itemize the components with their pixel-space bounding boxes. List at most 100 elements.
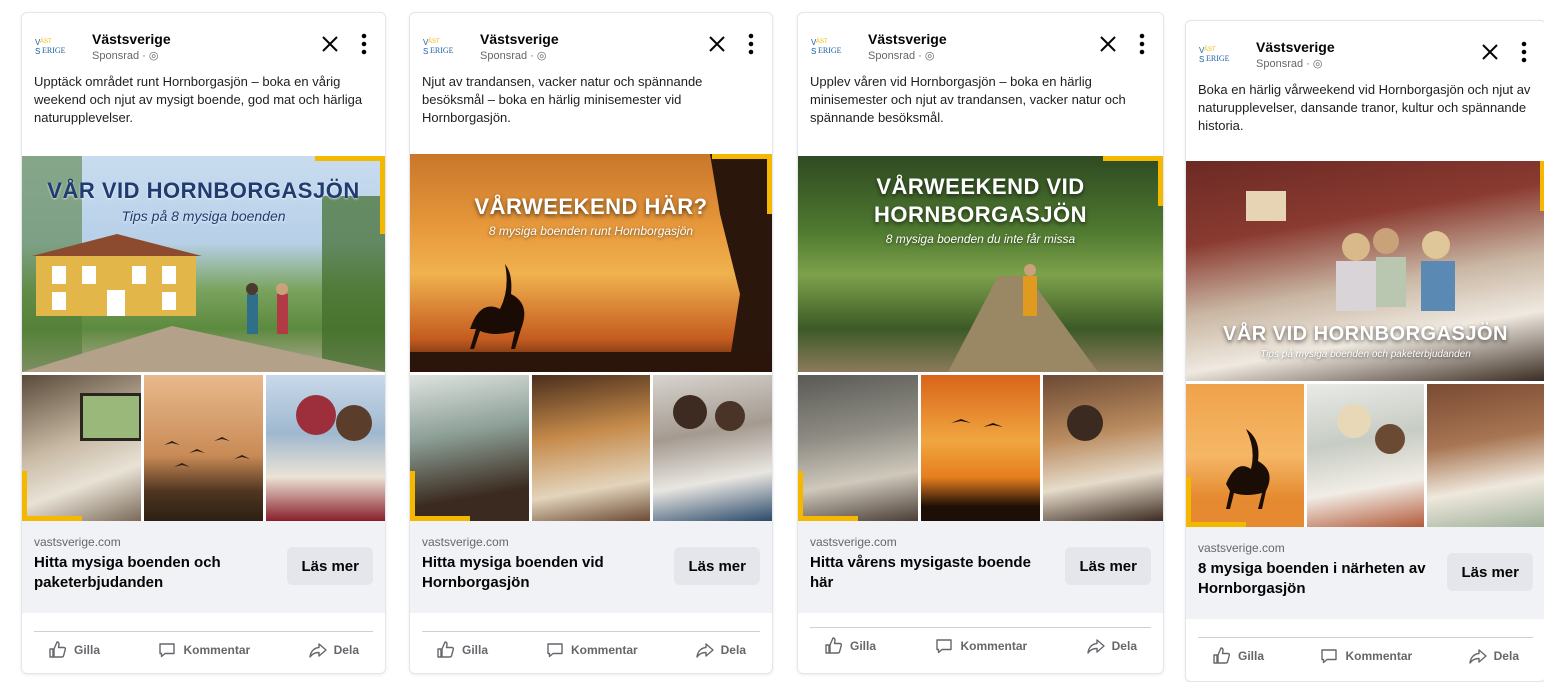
vastsverige-logo-icon[interactable] <box>34 35 88 57</box>
comment-button[interactable]: Kommentar <box>143 640 264 660</box>
thumbnail-row <box>798 375 1163 521</box>
sponsored-text: Sponsrad · <box>868 50 925 62</box>
thumbnail-guests <box>653 375 772 521</box>
accent-bar <box>315 156 385 161</box>
ad-header: Västsverige Sponsrad · ◎ <box>810 27 1151 67</box>
share-button[interactable]: Dela <box>1072 636 1151 656</box>
page-name[interactable]: Västsverige <box>868 31 947 47</box>
link-domain: vastsverige.com <box>1198 541 1285 555</box>
share-label: Dela <box>1111 639 1137 653</box>
sponsored-label: Sponsrad · ◎ <box>92 49 158 62</box>
image-headline: VÅRWEEKEND VID <box>876 174 1085 199</box>
more-options-button[interactable] <box>355 31 373 57</box>
image-headline: VÅR VID HORNBORGASJÖN <box>47 178 360 203</box>
ad-image[interactable]: VÅR VID HORNBORGASJÖN Tips på 8 mysiga b… <box>22 156 385 521</box>
thumbnail-row <box>1186 384 1544 527</box>
close-button[interactable] <box>1095 31 1121 57</box>
share-icon <box>1086 636 1106 656</box>
more-options-button[interactable] <box>742 31 760 57</box>
link-footer[interactable]: vastsverige.com Hitta mysiga boenden och… <box>22 521 385 613</box>
action-bar: Gilla Kommentar Dela <box>34 633 373 667</box>
comment-icon <box>545 640 565 660</box>
link-title[interactable]: 8 mysiga boenden i närheten av Hornborga… <box>1198 559 1428 599</box>
ad-card: Västsverige Sponsrad · ◎ Upplev våren vi… <box>797 12 1164 674</box>
like-button[interactable]: Gilla <box>1198 646 1278 666</box>
vastsverige-logo-icon[interactable] <box>810 35 864 57</box>
close-button[interactable] <box>704 31 730 57</box>
sponsored-text: Sponsrad · <box>480 50 537 62</box>
ad-image[interactable]: VÅRWEEKEND VID HORNBORGASJÖN 8 mysiga bo… <box>798 156 1163 521</box>
link-footer[interactable]: vastsverige.com 8 mysiga boenden i närhe… <box>1186 527 1544 619</box>
thumbnail-restaurant <box>410 375 529 521</box>
image-headline: HORNBORGASJÖN <box>873 202 1088 227</box>
like-button[interactable]: Gilla <box>422 640 502 660</box>
ad-primary-text: Upplev våren vid Hornborgasjön – boka en… <box>810 74 1126 125</box>
learn-more-button[interactable]: Läs mer <box>287 547 373 585</box>
ad-header: Västsverige Sponsrad · ◎ <box>422 27 760 67</box>
thumbnail-bedroom <box>798 375 918 521</box>
accent-bar <box>1103 156 1163 161</box>
comment-label: Kommentar <box>960 639 1028 653</box>
sponsored-label: Sponsrad · ◎ <box>480 49 546 62</box>
link-domain: vastsverige.com <box>422 535 509 549</box>
like-button[interactable]: Gilla <box>810 636 890 656</box>
close-button[interactable] <box>1477 39 1503 65</box>
page-name[interactable]: Västsverige <box>1256 39 1335 55</box>
crane-silhouette <box>410 154 772 372</box>
share-icon <box>695 640 715 660</box>
sponsored-label: Sponsrad · ◎ <box>1256 57 1322 70</box>
close-icon <box>1100 36 1116 52</box>
learn-more-button[interactable]: Läs mer <box>1447 553 1533 591</box>
restaurant-scene <box>1246 191 1455 311</box>
more-options-icon <box>748 33 754 55</box>
page-name[interactable]: Västsverige <box>480 31 559 47</box>
image-headline: VÅRWEEKEND HÄR? <box>474 194 708 219</box>
ad-header: Västsverige Sponsrad · ◎ <box>34 27 373 67</box>
like-button[interactable]: Gilla <box>34 640 114 660</box>
link-footer[interactable]: vastsverige.com Hitta vårens mysigaste b… <box>798 521 1163 613</box>
share-button[interactable]: Dela <box>294 640 373 660</box>
divider <box>34 631 373 632</box>
globe-icon: ◎ <box>148 50 159 62</box>
hero-image: VÅR VID HORNBORGASJÖN Tips på mysiga boe… <box>1186 161 1544 381</box>
comment-button[interactable]: Kommentar <box>920 636 1041 656</box>
divider <box>422 631 760 632</box>
hero-image: VÅR VID HORNBORGASJÖN Tips på 8 mysiga b… <box>22 156 385 372</box>
link-title[interactable]: Hitta mysiga boenden vid Hornborgasjön <box>422 553 652 593</box>
like-icon <box>1212 646 1232 666</box>
thumbnail-hotel-room <box>531 375 651 521</box>
thumbnail-crane-sunset <box>1186 384 1304 527</box>
learn-more-button[interactable]: Läs mer <box>674 547 760 585</box>
image-headline: VÅR VID HORNBORGASJÖN <box>1223 323 1508 345</box>
image-subline: 8 mysiga boenden du inte får missa <box>885 232 1076 246</box>
link-footer[interactable]: vastsverige.com Hitta mysiga boenden vid… <box>410 521 772 613</box>
divider <box>1198 637 1533 638</box>
more-options-button[interactable] <box>1133 31 1151 57</box>
comment-label: Kommentar <box>570 643 638 657</box>
thumbnail-row <box>22 375 385 521</box>
like-icon <box>436 640 456 660</box>
comment-button[interactable]: Kommentar <box>1305 646 1426 666</box>
close-button[interactable] <box>317 31 343 57</box>
thumbnail-sunset-cranes <box>920 375 1041 521</box>
share-button[interactable]: Dela <box>681 640 760 660</box>
ad-header: Västsverige Sponsrad · ◎ <box>1198 35 1533 75</box>
like-label: Gilla <box>850 639 877 653</box>
vastsverige-logo-icon[interactable] <box>422 35 476 57</box>
link-title[interactable]: Hitta vårens mysigaste boende här <box>810 553 1040 593</box>
thumbnail-hikers <box>266 375 385 521</box>
ad-card: Västsverige Sponsrad · ◎ Upptäck området… <box>21 12 386 674</box>
vastsverige-logo-icon[interactable] <box>1198 43 1252 65</box>
more-options-button[interactable] <box>1515 39 1533 65</box>
ad-image[interactable]: VÅRWEEKEND HÄR? 8 mysiga boenden runt Ho… <box>410 154 772 521</box>
sponsored-text: Sponsrad · <box>92 50 149 62</box>
ad-image[interactable]: VÅR VID HORNBORGASJÖN Tips på mysiga boe… <box>1186 161 1544 527</box>
link-title[interactable]: Hitta mysiga boenden och paketerbjudande… <box>34 553 264 593</box>
ad-primary-text: Boka en härlig vårweekend vid Hornborgas… <box>1198 82 1531 133</box>
share-button[interactable]: Dela <box>1454 646 1533 666</box>
learn-more-button[interactable]: Läs mer <box>1065 547 1151 585</box>
comment-icon <box>934 636 954 656</box>
comment-button[interactable]: Kommentar <box>531 640 652 660</box>
page-name[interactable]: Västsverige <box>92 31 171 47</box>
more-options-icon <box>1521 41 1527 63</box>
